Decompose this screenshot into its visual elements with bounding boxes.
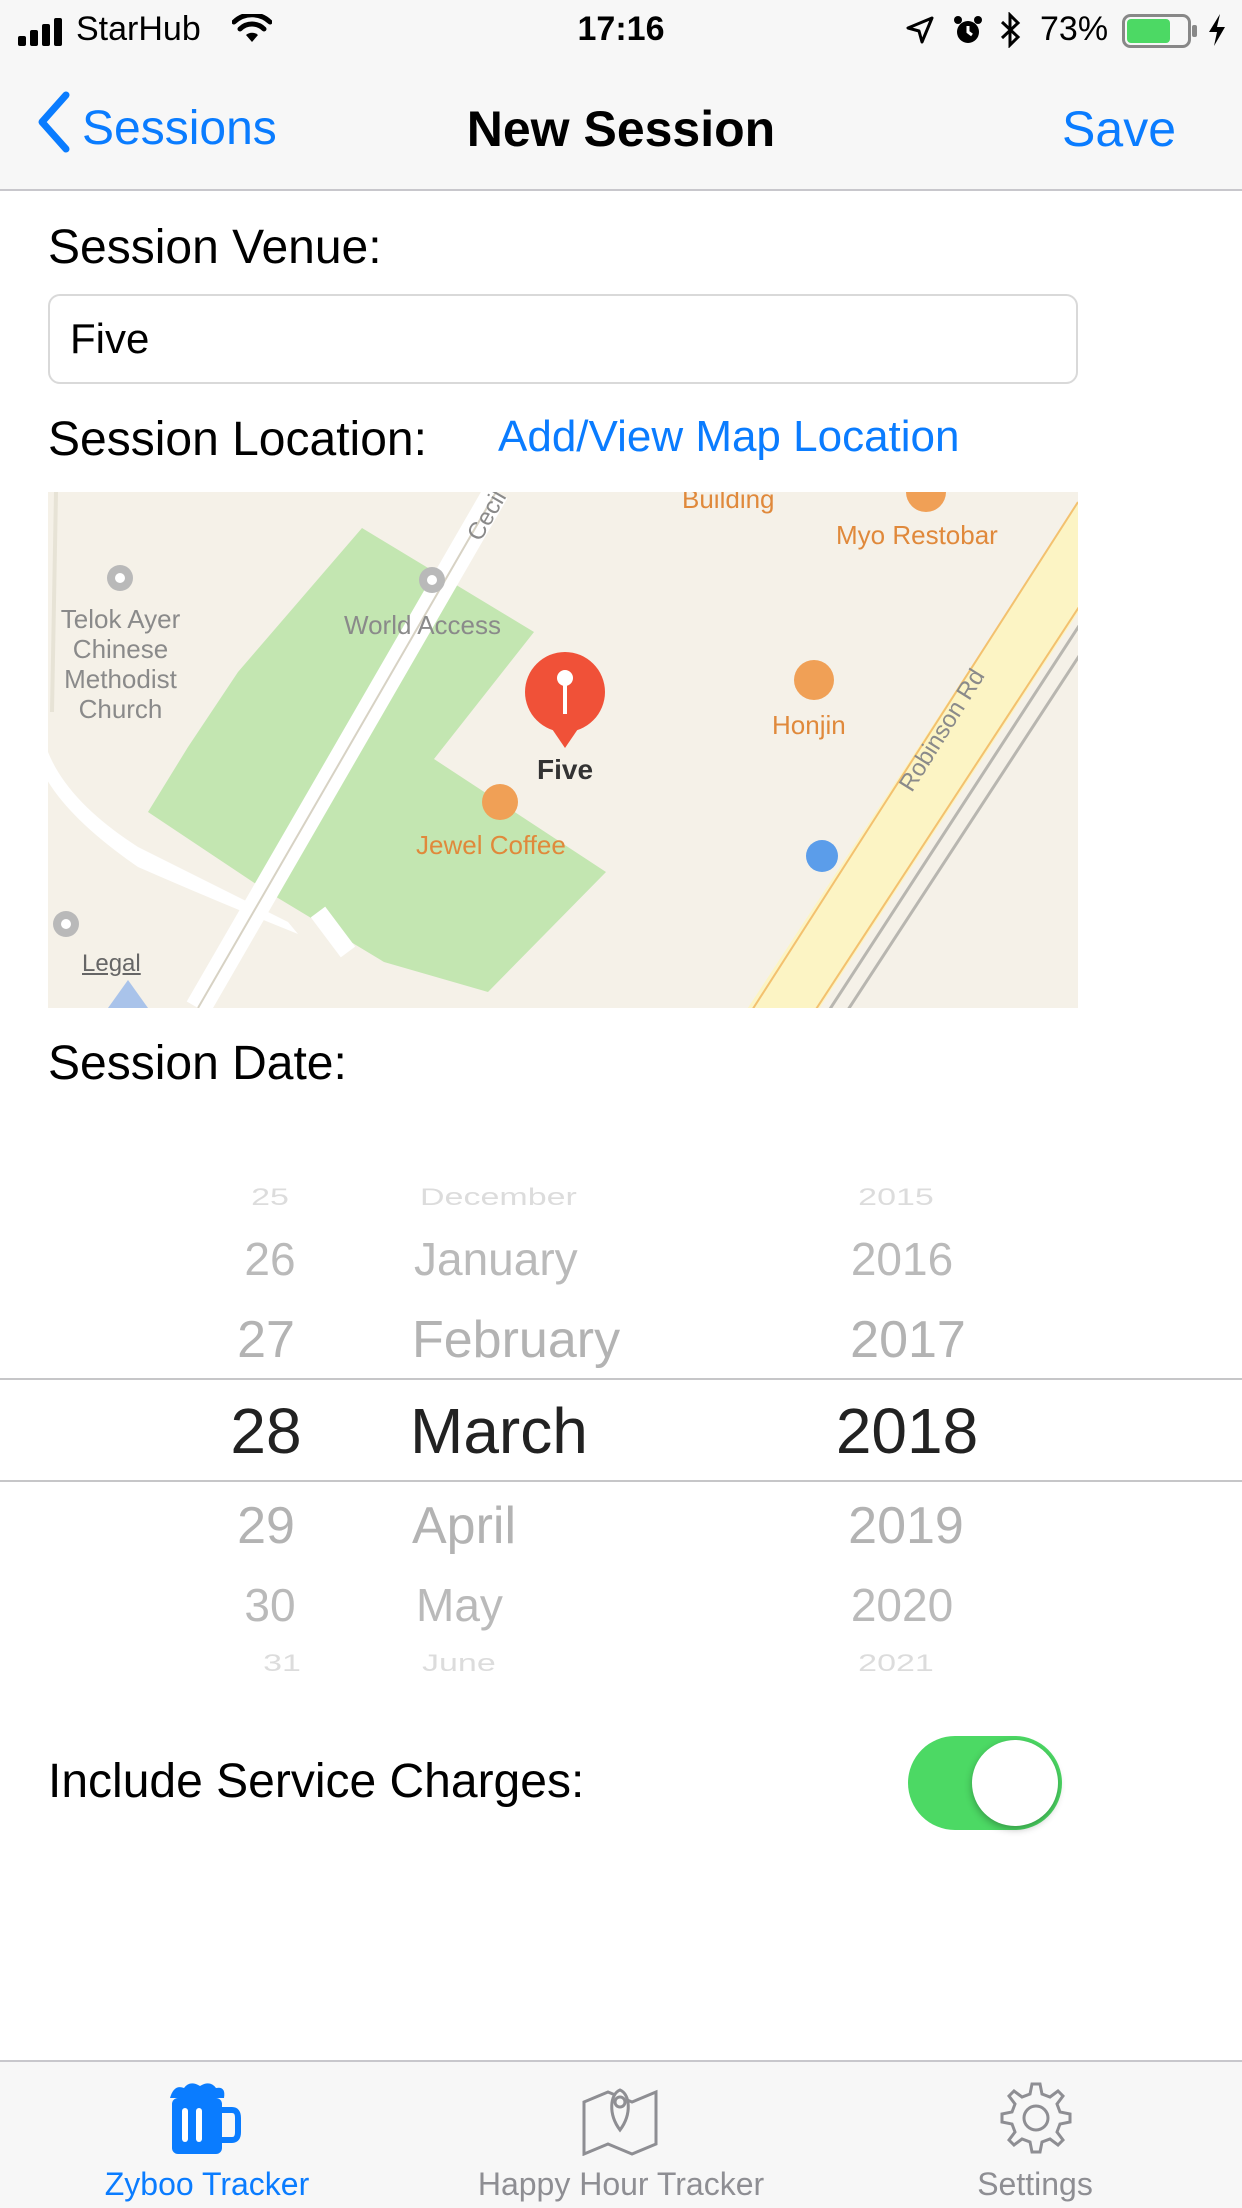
- service-charges-toggle[interactable]: [908, 1736, 1062, 1830]
- gear-icon: [998, 2080, 1074, 2161]
- status-bar: StarHub 17:16 73%: [0, 0, 1242, 60]
- venue-label: Session Venue:: [48, 221, 382, 274]
- map-pin-label: Five: [536, 754, 594, 785]
- tab-happy-hour-tracker[interactable]: Happy Hour Tracker: [414, 2060, 828, 2208]
- picker-day[interactable]: 31: [222, 1650, 342, 1677]
- picker-month[interactable]: January: [414, 1232, 578, 1286]
- alarm-icon: [952, 14, 984, 51]
- venue-input-value: Five: [70, 315, 150, 362]
- picker-month[interactable]: April: [412, 1496, 516, 1556]
- page-title: New Session: [466, 101, 776, 157]
- picker-year-selected[interactable]: 2018: [822, 1394, 992, 1468]
- picker-year[interactable]: 2021: [826, 1650, 966, 1677]
- map-legal-link[interactable]: Legal: [82, 950, 141, 978]
- charging-bolt-icon: [1206, 12, 1228, 53]
- map-label-telok-ayer: Telok Ayer Chinese Methodist Church: [60, 604, 181, 724]
- map-pin-icon: [580, 2080, 660, 2161]
- service-charges-label: Include Service Charges:: [48, 1755, 585, 1808]
- picker-day[interactable]: 30: [210, 1578, 330, 1632]
- picker-day-selected[interactable]: 28: [206, 1394, 326, 1468]
- date-label: Session Date:: [48, 1037, 347, 1090]
- save-button[interactable]: Save: [1062, 100, 1176, 158]
- tab-zyboo-tracker-label: Zyboo Tracker: [104, 2166, 310, 2202]
- picker-month-selected[interactable]: March: [410, 1394, 588, 1468]
- picker-day[interactable]: 29: [206, 1496, 326, 1556]
- tab-settings[interactable]: Settings: [828, 2060, 1242, 2208]
- picker-day[interactable]: 27: [206, 1310, 326, 1370]
- picker-year[interactable]: 2015: [826, 1184, 966, 1211]
- map-pin-icon[interactable]: [520, 650, 610, 755]
- picker-month[interactable]: May: [416, 1578, 503, 1632]
- map-label-honjin: Honjin: [772, 710, 846, 740]
- picker-year[interactable]: 2016: [832, 1232, 972, 1286]
- picker-year[interactable]: 2019: [836, 1496, 976, 1556]
- picker-month[interactable]: February: [412, 1310, 620, 1370]
- picker-day[interactable]: 25: [210, 1184, 330, 1211]
- picker-day[interactable]: 26: [210, 1232, 330, 1286]
- toggle-knob: [972, 1740, 1058, 1826]
- beer-mug-icon: [168, 2080, 242, 2161]
- battery-percent: 73%: [1040, 10, 1109, 48]
- map-label-jewel-coffee: Jewel Coffee: [416, 830, 566, 860]
- picker-month[interactable]: June: [422, 1650, 496, 1677]
- map-label-world-access: World Access: [344, 610, 502, 640]
- map-location-link[interactable]: Add/View Map Location: [498, 412, 959, 462]
- tab-zyboo-tracker[interactable]: Zyboo Tracker: [0, 2060, 414, 2208]
- tab-settings-label: Settings: [977, 2166, 1093, 2202]
- map-label-myo-restobar: Myo Restobar: [836, 520, 998, 550]
- date-picker[interactable]: 25 26 27 28 29 30 31 December January Fe…: [0, 1150, 1242, 1700]
- map-view[interactable]: Telok Ayer Chinese Methodist Church World A…: [48, 492, 1078, 1008]
- location-label: Session Location:: [48, 413, 427, 466]
- bluetooth-icon: [998, 11, 1022, 53]
- picker-month[interactable]: December: [420, 1184, 577, 1211]
- tab-happy-hour-tracker-label: Happy Hour Tracker: [477, 2166, 765, 2202]
- location-arrow-icon: [906, 16, 934, 49]
- map-label-building: Building: [682, 492, 775, 514]
- picker-year[interactable]: 2020: [832, 1578, 972, 1632]
- picker-year[interactable]: 2017: [838, 1310, 978, 1370]
- venue-input[interactable]: Five: [48, 294, 1078, 384]
- battery-icon: [1122, 14, 1202, 53]
